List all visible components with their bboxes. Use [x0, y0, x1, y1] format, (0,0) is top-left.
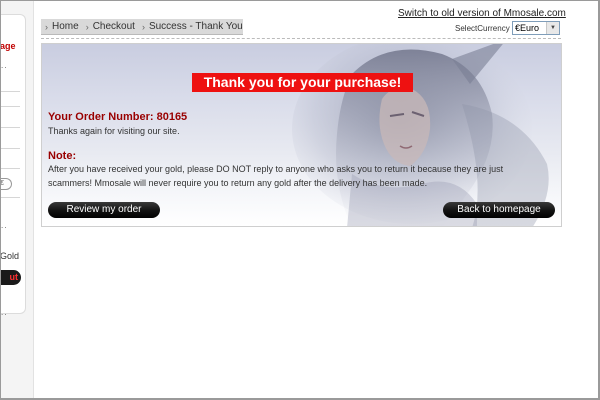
chevron-down-icon[interactable]: ▼	[546, 22, 559, 34]
sidebar-divider	[0, 106, 20, 107]
sidebar-panel: age .. € .. Gold ut ..	[0, 14, 26, 317]
sidebar-ellipsis: ..	[1, 308, 8, 317]
sidebar-ellipsis: ..	[1, 221, 8, 230]
sidebar-action-label: ut	[9, 272, 19, 282]
chevron-right-icon: ›	[45, 21, 48, 32]
left-sidebar: age .. € .. Gold ut ..	[0, 0, 34, 400]
sidebar-divider	[0, 168, 20, 169]
note-text: After you have received your gold, pleas…	[48, 164, 504, 188]
note-heading: Note:	[48, 150, 77, 162]
currency-circle-icon[interactable]: €	[0, 178, 12, 190]
order-number-heading: Your Order Number: 80165	[48, 111, 188, 123]
breadcrumb-item-checkout[interactable]: › Checkout	[86, 21, 135, 32]
breadcrumb: › Home › Checkout › Success - Thank You	[41, 19, 243, 35]
elf-character-artwork	[292, 44, 549, 226]
switch-old-version-link[interactable]: Switch to old version of Mmosale.com	[398, 8, 566, 19]
sidebar-divider	[0, 127, 20, 128]
sidebar-page-label[interactable]: age	[0, 41, 16, 51]
sidebar-divider	[0, 197, 20, 198]
currency-label: SelectCurrency	[455, 24, 510, 33]
breadcrumb-label: Success - Thank You	[148, 21, 243, 32]
currency-select[interactable]: €Euro ▼	[512, 21, 560, 35]
breadcrumb-item-success: › Success - Thank You	[142, 21, 243, 32]
sidebar-ellipsis: ..	[1, 61, 8, 70]
sidebar-divider	[0, 148, 20, 149]
sidebar-divider	[0, 91, 20, 92]
breadcrumb-item-home[interactable]: › Home	[45, 21, 79, 32]
currency-value: €Euro	[515, 23, 540, 33]
sidebar-action-button[interactable]: ut	[0, 270, 21, 285]
sidebar-gold-label: Gold	[0, 251, 20, 261]
review-order-button[interactable]: Review my order	[48, 202, 160, 218]
header-divider	[41, 38, 561, 39]
chevron-right-icon: ›	[141, 21, 145, 32]
thanks-text: Thanks again for visiting our site.	[48, 126, 180, 136]
back-to-homepage-button[interactable]: Back to homepage	[443, 202, 555, 218]
thank-you-banner: Thank you for your purchase!	[192, 73, 413, 92]
breadcrumb-label[interactable]: Checkout	[93, 21, 135, 32]
confirmation-panel: Thank you for your purchase! Your Order …	[41, 43, 562, 227]
breadcrumb-label[interactable]: Home	[52, 21, 79, 32]
chevron-right-icon: ›	[85, 21, 89, 32]
